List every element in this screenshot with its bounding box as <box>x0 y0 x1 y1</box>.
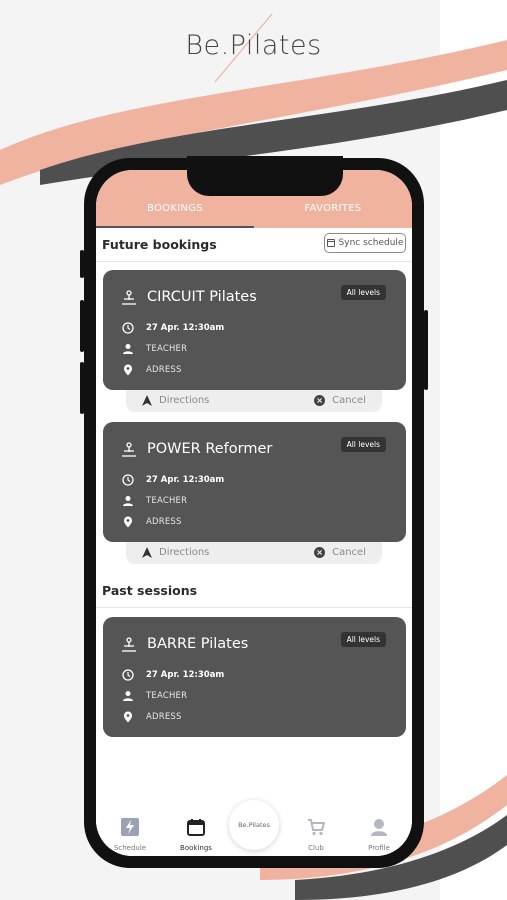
booking-actions: Directions × Cancel <box>126 390 382 412</box>
cancel-button[interactable]: × Cancel <box>314 395 366 406</box>
tab-favorites[interactable]: FAVORITES <box>254 203 412 214</box>
close-icon: × <box>314 395 326 406</box>
nav-profile[interactable]: Profile <box>347 818 411 852</box>
pilates-icon <box>122 442 136 457</box>
calendar-icon <box>326 239 335 247</box>
level-badge: All levels <box>340 437 386 452</box>
datetime-row: 27 Apr. 12:30am <box>122 322 224 334</box>
calendar-icon <box>187 819 205 836</box>
teacher-name: TEACHER <box>146 691 188 701</box>
location-pin-icon <box>124 516 132 528</box>
pilates-icon <box>122 290 136 305</box>
center-logo-button[interactable]: Be.Pilates <box>229 800 279 850</box>
class-title: POWER Reformer <box>147 441 273 457</box>
clock-icon <box>122 322 134 334</box>
nav-schedule[interactable]: Schedule <box>98 818 162 852</box>
clock-icon <box>122 669 134 681</box>
tab-bookings[interactable]: BOOKINGS <box>96 203 254 214</box>
location-pin-icon <box>124 364 132 376</box>
close-icon: × <box>314 547 326 558</box>
cancel-label: Cancel <box>332 395 366 406</box>
cancel-label: Cancel <box>332 547 366 558</box>
level-badge: All levels <box>340 285 386 300</box>
class-datetime: 27 Apr. 12:30am <box>146 475 225 485</box>
directions-label: Directions <box>159 547 210 558</box>
datetime-row: 27 Apr. 12:30am <box>122 669 224 681</box>
location-pin-icon <box>124 711 132 723</box>
user-icon <box>371 819 387 836</box>
directions-button[interactable]: Directions <box>142 395 209 406</box>
class-address: ADRESS <box>146 712 182 722</box>
address-row: ADRESS <box>122 364 182 376</box>
teacher-row: TEACHER <box>122 343 187 355</box>
phone-side-button <box>80 362 84 414</box>
datetime-row: 27 Apr. 12:30am <box>122 474 224 486</box>
class-title: BARRE Pilates <box>147 636 249 652</box>
navigation-arrow-icon <box>142 547 152 558</box>
person-icon <box>123 344 133 354</box>
teacher-name: TEACHER <box>146 496 188 506</box>
nav-bookings[interactable]: Bookings <box>164 818 228 852</box>
level-badge: All levels <box>340 632 386 647</box>
class-datetime: 27 Apr. 12:30am <box>146 670 225 680</box>
clock-icon <box>122 474 134 486</box>
sync-schedule-label: Sync schedule <box>338 238 404 248</box>
past-session-card[interactable]: BARRE Pilates All levels 27 Apr. 12:30am… <box>103 617 406 737</box>
future-bookings-title: Future bookings <box>102 237 217 252</box>
phone-notch <box>187 156 343 196</box>
class-address: ADRESS <box>146 365 182 375</box>
class-datetime: 27 Apr. 12:30am <box>146 323 225 333</box>
bolt-icon <box>121 818 139 836</box>
pilates-icon <box>122 637 136 652</box>
phone-side-button <box>80 250 84 278</box>
nav-club-label: Club <box>308 844 324 852</box>
brand-logo: Be.Pilates <box>185 30 322 61</box>
section-divider <box>96 607 412 608</box>
address-row: ADRESS <box>122 711 182 723</box>
booking-actions: Directions × Cancel <box>126 542 382 564</box>
section-divider <box>96 261 412 262</box>
nav-profile-label: Profile <box>368 844 390 852</box>
center-logo-text: Be.Pilates <box>238 821 270 829</box>
person-icon <box>123 691 133 701</box>
teacher-row: TEACHER <box>122 495 187 507</box>
cancel-button[interactable]: × Cancel <box>314 547 366 558</box>
class-address: ADRESS <box>146 517 182 527</box>
nav-schedule-label: Schedule <box>113 844 147 852</box>
app-screen: BOOKINGS FAVORITES Future bookings Sync … <box>96 170 412 856</box>
directions-label: Directions <box>159 395 210 406</box>
booking-card[interactable]: POWER Reformer All levels 27 Apr. 12:30a… <box>103 422 406 542</box>
cart-icon <box>308 819 326 836</box>
past-sessions-title: Past sessions <box>102 583 198 598</box>
teacher-row: TEACHER <box>122 690 187 702</box>
class-title: CIRCUIT Pilates <box>147 289 257 305</box>
booking-card[interactable]: CIRCUIT Pilates All levels 27 Apr. 12:30… <box>103 270 406 390</box>
sync-schedule-button[interactable]: Sync schedule <box>324 233 406 253</box>
bookings-content: Future bookings Sync schedule CIRCUIT Pi… <box>96 228 412 788</box>
nav-club[interactable]: Club <box>284 818 348 852</box>
person-icon <box>123 496 133 506</box>
nav-bookings-label: Bookings <box>180 844 212 852</box>
phone-side-button <box>424 310 428 390</box>
navigation-arrow-icon <box>142 395 152 406</box>
teacher-name: TEACHER <box>146 344 188 354</box>
phone-side-button <box>80 300 84 352</box>
directions-button[interactable]: Directions <box>142 547 209 558</box>
address-row: ADRESS <box>122 516 182 528</box>
